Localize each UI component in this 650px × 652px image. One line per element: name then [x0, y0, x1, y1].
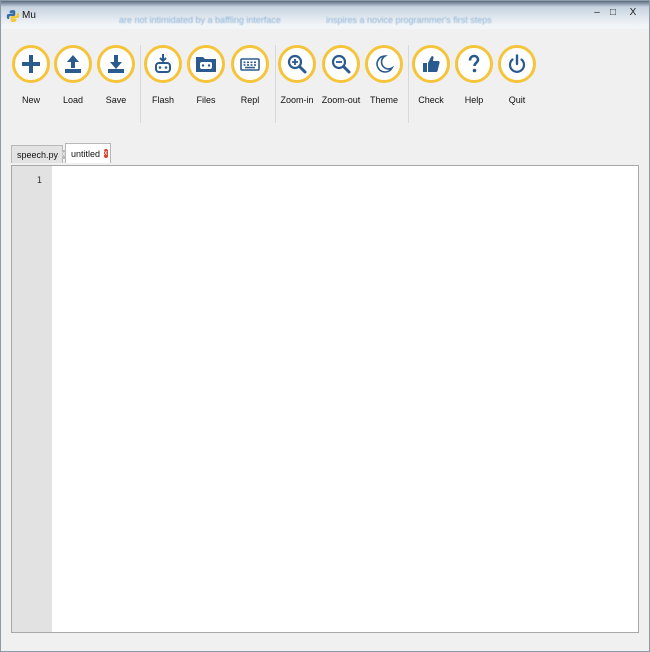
moon-icon	[376, 55, 395, 73]
plus-icon	[22, 55, 40, 73]
files-label: Files	[196, 95, 216, 105]
check-button[interactable]: Check	[409, 45, 453, 131]
zoom-out-button[interactable]: Zoom-out	[319, 45, 363, 131]
window-title: Mu	[22, 10, 36, 21]
help-button[interactable]: Help	[452, 45, 496, 131]
thumbs-up-icon	[423, 56, 440, 72]
tab-untitled[interactable]: untitled x	[65, 143, 111, 163]
save-label: Save	[105, 95, 127, 105]
code-text-area[interactable]	[52, 166, 638, 632]
theme-button[interactable]: Theme	[362, 45, 406, 131]
keyboard-icon	[240, 58, 260, 71]
toolbar: New Load Save Flash Files Repl Zoom-in Z…	[7, 33, 645, 133]
repl-button[interactable]: Repl	[228, 45, 272, 131]
maximize-button[interactable]: □	[605, 5, 621, 21]
question-icon	[468, 54, 480, 73]
blurred-banner-right: inspires a novice programmer's first ste…	[326, 15, 492, 25]
new-button[interactable]: New	[9, 45, 53, 131]
flash-label: Flash	[151, 95, 174, 105]
tab-close-icon[interactable]: x	[104, 149, 108, 158]
repl-label: Repl	[240, 95, 260, 105]
minimize-button[interactable]: –	[589, 5, 605, 21]
folder-icon	[196, 57, 216, 72]
files-button[interactable]: Files	[184, 45, 228, 131]
load-button[interactable]: Load	[51, 45, 95, 131]
download-icon	[108, 55, 124, 73]
quit-label: Quit	[508, 95, 526, 105]
tab-bar: speech.py x untitled x	[11, 143, 611, 165]
flash-button[interactable]: Flash	[141, 45, 185, 131]
check-label: Check	[418, 95, 444, 105]
python-logo-icon	[6, 10, 20, 22]
load-label: Load	[62, 95, 84, 105]
blurred-banner-left: are not intimidated by a baffling interf…	[119, 15, 281, 25]
mu-window: Mu are not intimidated by a baffling int…	[0, 0, 650, 652]
tab-label: speech.py	[17, 149, 59, 160]
new-label: New	[21, 95, 40, 105]
title-bar: Mu are not intimidated by a baffling int…	[1, 1, 649, 29]
tab-speech-py[interactable]: speech.py x	[11, 145, 66, 163]
save-button[interactable]: Save	[94, 45, 138, 131]
help-label: Help	[464, 95, 484, 105]
zoom-in-icon	[287, 54, 307, 74]
microbit-flash-icon	[155, 54, 171, 73]
quit-button[interactable]: Quit	[495, 45, 539, 131]
close-window-button[interactable]: X	[625, 5, 641, 21]
zoom-in-label: Zoom-in	[280, 95, 314, 105]
zoom-out-label: Zoom-out	[321, 95, 361, 105]
code-editor[interactable]: 1	[11, 165, 639, 633]
line-number-gutter: 1	[12, 166, 52, 632]
zoom-in-button[interactable]: Zoom-in	[275, 45, 319, 131]
upload-icon	[65, 55, 81, 73]
theme-label: Theme	[369, 95, 398, 105]
tab-label: untitled	[71, 148, 101, 159]
power-icon	[508, 54, 526, 73]
line-number: 1	[36, 176, 42, 186]
zoom-out-icon	[331, 54, 351, 74]
